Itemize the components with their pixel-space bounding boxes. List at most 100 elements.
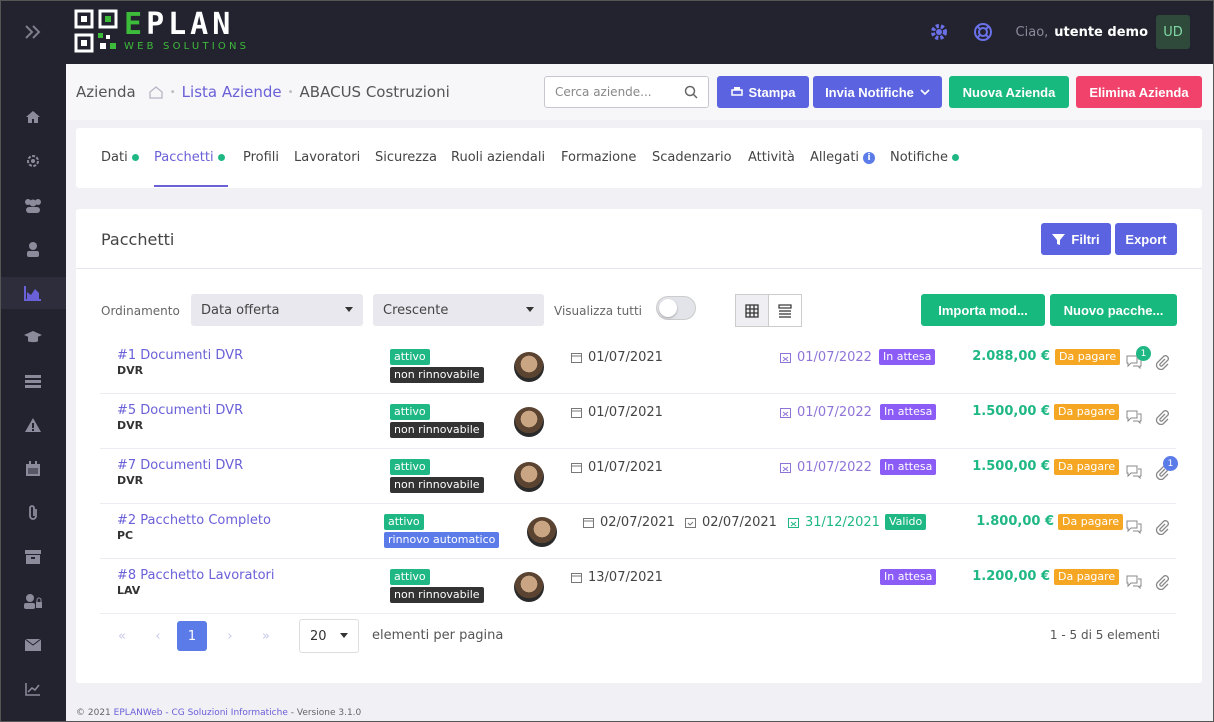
status-dot [131,154,139,161]
sidebar-item-warning[interactable] [0,409,66,441]
gear-icon[interactable] [928,21,950,43]
tab-lavoratori[interactable]: Lavoratori [294,150,360,165]
sidebar-item-settings[interactable] [0,145,66,177]
home-icon[interactable] [148,85,164,99]
attachment-count-badge: 1 [1163,456,1178,471]
qr-logo-icon [74,9,118,53]
chat-icon[interactable] [1126,465,1142,479]
status-badge: attivo [390,459,430,475]
package-title[interactable]: #2 Pacchetto Completo [117,513,271,528]
tab-allegati[interactable]: Allegati i [810,150,876,165]
sidebar-item-reports[interactable] [0,673,66,705]
sidebar-item-education[interactable] [0,321,66,353]
first-page-button[interactable]: « [107,621,137,651]
sidebar-item-storage[interactable] [0,365,66,397]
breadcrumb-link[interactable]: Lista Aziende [182,83,282,101]
paperclip-icon[interactable] [1154,409,1170,425]
lifebuoy-icon[interactable] [972,21,994,43]
export-button[interactable]: Export [1115,223,1177,255]
tab-label: Sicurezza [375,150,437,165]
table-row[interactable]: #5 Documenti DVR DVR attivo non rinnovab… [100,394,1176,449]
breadcrumb: Azienda • Lista Aziende • ABACUS Costruz… [76,83,450,101]
tab-notifiche[interactable]: Notifiche [890,150,959,165]
table-row[interactable]: #2 Pacchetto Completo PC attivo rinnovo … [100,504,1176,559]
prev-page-button[interactable]: ‹ [143,621,173,651]
search-box[interactable] [544,76,709,108]
status-badge: attivo [390,569,430,585]
tab-label: Attività [748,150,795,165]
tab-formazione[interactable]: Formazione [561,150,636,165]
avatar[interactable] [514,407,544,437]
package-title[interactable]: #5 Documenti DVR [117,403,243,418]
avatar[interactable]: UD [1156,15,1190,49]
package-code: DVR [117,474,144,487]
page-button-current[interactable]: 1 [177,621,207,651]
tab-sicurezza[interactable]: Sicurezza [375,150,437,165]
filter-button[interactable]: Filtri [1041,223,1111,255]
sidebar-item-mail[interactable] [0,629,66,661]
sidebar-item-worker[interactable] [0,233,66,265]
info-icon: i [863,151,876,164]
tab-profili[interactable]: Profili [243,150,279,165]
next-page-button[interactable]: › [215,621,245,651]
table-row[interactable]: #7 Documenti DVR DVR attivo non rinnovab… [100,449,1178,504]
show-all-toggle[interactable] [656,296,696,320]
avatar[interactable] [514,462,544,492]
new-company-button[interactable]: Nuova Azienda [949,76,1069,108]
sidebar-item-home[interactable] [0,101,66,133]
search-icon[interactable] [684,85,698,99]
avatar[interactable] [514,352,544,382]
username[interactable]: utente demo [1054,25,1148,40]
sidebar-item-attachment[interactable] [0,497,66,529]
tab-label: Lavoratori [294,150,361,165]
tab-attivita[interactable]: Attività [748,150,795,165]
chat-icon[interactable] [1126,520,1142,534]
package-title[interactable]: #7 Documenti DVR [117,458,243,473]
last-page-button[interactable]: » [251,621,281,651]
import-model-button[interactable]: Importa mod... [921,294,1045,326]
avatar[interactable] [527,517,557,547]
sidebar-item-users[interactable] [0,189,66,221]
delete-company-button[interactable]: Elimina Azienda [1076,76,1202,108]
tab-ruoli-aziendali[interactable]: Ruoli aziendali [451,150,545,165]
calendar-icon [571,463,582,473]
send-notifications-button[interactable]: Invia Notifiche [813,76,942,108]
sidebar-toggle[interactable] [0,0,66,64]
avatar[interactable] [514,572,544,602]
expiry-date: 31/12/2021 [788,515,880,530]
chat-icon[interactable] [1126,410,1142,424]
grid-view-button[interactable] [735,294,769,327]
package-title[interactable]: #1 Documenti DVR [117,348,243,363]
new-package-button[interactable]: Nuovo pacche... [1050,294,1177,326]
chat-icon[interactable] [1126,575,1142,589]
tab-scadenzario[interactable]: Scadenzario [652,150,732,165]
offer-date-value: 01/07/2021 [588,350,663,365]
table-row[interactable]: #8 Pacchetto Lavoratori LAV attivo non r… [100,559,1176,614]
sidebar-item-user-lock[interactable] [0,585,66,617]
paperclip-icon[interactable] [1154,354,1170,370]
package-title[interactable]: #8 Pacchetto Lavoratori [117,568,275,583]
sidebar-item-calendar[interactable] [0,453,66,485]
list-icon [778,303,792,318]
tab-dati[interactable]: Dati [101,150,139,165]
list-view-button[interactable] [768,294,802,327]
tab-label: Pacchetti [154,150,214,165]
status-badge: attivo [390,349,430,365]
page-size-select[interactable]: 20 [299,619,359,653]
paperclip-icon[interactable] [1154,519,1170,535]
calendar-icon [571,353,582,363]
order-field-select[interactable]: Data offerta [191,294,363,326]
state-badge: In attesa [880,569,937,585]
order-direction-select[interactable]: Crescente [373,294,544,326]
sidebar-item-chart[interactable] [0,277,66,309]
new-company-label: Nuova Azienda [962,84,1056,100]
tab-pacchetti[interactable]: Pacchetti [154,150,225,165]
table-row[interactable]: #1 Documenti DVR DVR attivo non rinnovab… [100,339,1176,394]
package-code: LAV [117,584,141,597]
paperclip-icon[interactable] [1154,574,1170,590]
search-input[interactable] [555,85,675,99]
footer-link[interactable]: EPLANWeb - CG Soluzioni Informatiche [114,708,288,718]
sidebar-item-archive[interactable] [0,541,66,573]
app-logo[interactable]: EPLAN WEB SOLUTIONS [74,9,249,53]
print-button[interactable]: Stampa [717,76,809,108]
